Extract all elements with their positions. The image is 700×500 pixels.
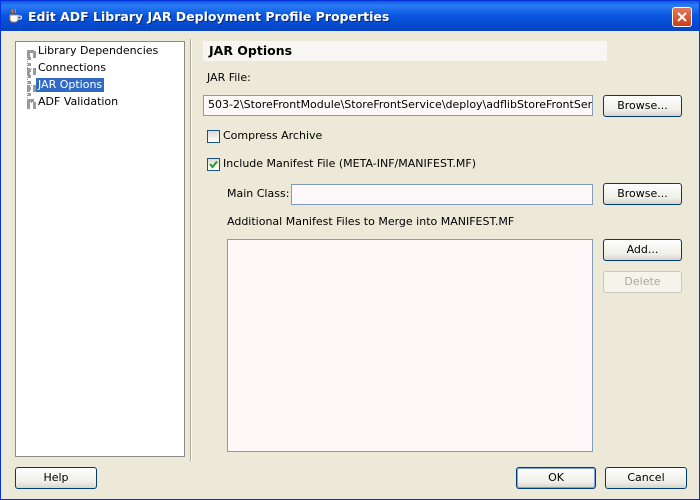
tree-item-connections[interactable]: Connections xyxy=(38,61,106,75)
include-manifest-label[interactable]: Include Manifest File (META-INF/MANIFEST… xyxy=(223,157,476,170)
compress-archive-checkbox[interactable] xyxy=(207,130,220,143)
close-icon xyxy=(677,12,687,22)
include-manifest-checkbox[interactable] xyxy=(207,158,220,171)
panel-splitter[interactable] xyxy=(190,39,192,461)
coffee-cup-icon xyxy=(7,8,23,24)
cancel-button[interactable]: Cancel xyxy=(605,467,687,489)
navigation-tree[interactable]: Library Dependencies Connections JAR Opt… xyxy=(15,41,185,457)
tree-connector xyxy=(27,102,36,106)
jar-browse-button[interactable]: Browse... xyxy=(603,95,682,117)
jar-file-input[interactable]: 503-2\StoreFrontModule\StoreFrontService… xyxy=(203,95,593,116)
main-class-input[interactable] xyxy=(291,184,593,205)
tree-connector xyxy=(27,85,36,89)
checkmark-icon xyxy=(209,160,218,169)
tree-item-library-dependencies[interactable]: Library Dependencies xyxy=(38,44,158,58)
ok-button[interactable]: OK xyxy=(516,467,596,489)
compress-archive-label[interactable]: Compress Archive xyxy=(223,129,322,142)
main-class-label: Main Class: xyxy=(227,187,290,200)
jar-file-label: JAR File: xyxy=(207,71,251,84)
tree-connector xyxy=(27,51,36,55)
window-title: Edit ADF Library JAR Deployment Profile … xyxy=(28,9,390,24)
add-button[interactable]: Add... xyxy=(603,239,682,261)
additional-manifest-label: Additional Manifest Files to Merge into … xyxy=(227,215,515,228)
title-bar[interactable]: Edit ADF Library JAR Deployment Profile … xyxy=(1,1,699,31)
delete-button[interactable]: Delete xyxy=(603,271,682,293)
close-button[interactable] xyxy=(672,7,692,27)
help-button[interactable]: Help xyxy=(15,467,97,489)
tree-connector xyxy=(27,50,31,102)
tree-connector xyxy=(27,68,36,72)
tree-item-adf-validation[interactable]: ADF Validation xyxy=(38,95,118,109)
tree-item-jar-options[interactable]: JAR Options xyxy=(36,78,105,92)
main-class-browse-button[interactable]: Browse... xyxy=(603,183,682,205)
section-title: JAR Options xyxy=(203,41,607,61)
manifest-files-list[interactable] xyxy=(227,239,593,452)
dialog-window: Edit ADF Library JAR Deployment Profile … xyxy=(0,0,700,500)
